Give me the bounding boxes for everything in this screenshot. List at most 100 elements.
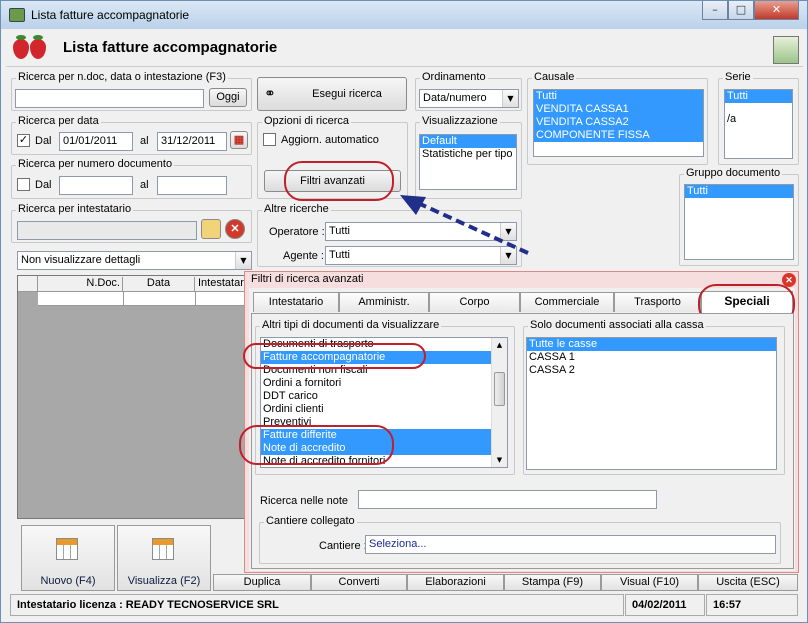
preview-button[interactable]: Visual (F10) (601, 574, 698, 591)
new-button[interactable]: Nuovo (F4) (21, 525, 115, 591)
group-legend: Ordinamento (420, 71, 488, 83)
tab-trasporto[interactable]: Trasporto (614, 292, 701, 312)
number-to-field[interactable] (157, 176, 227, 195)
window-title: Lista fatture accompagnatorie (31, 8, 190, 22)
column-header[interactable]: N.Doc. (38, 277, 123, 292)
list-item[interactable]: Ordini clienti (261, 403, 491, 416)
date-from-checkbox[interactable]: ✓ (17, 134, 30, 147)
view-button[interactable]: Visualizza (F2) (117, 525, 211, 591)
scroll-down-icon[interactable]: ▼ (492, 453, 507, 467)
site-select[interactable]: Seleziona... (365, 535, 776, 554)
tab-commerciale[interactable]: Commerciale (520, 292, 614, 312)
operator-value: Tutti (329, 225, 350, 237)
license-status: Intestatario licenza : READY TECNOSERVIC… (10, 594, 624, 616)
group-legend: Serie (723, 71, 753, 83)
list-item[interactable]: VENDITA CASSA1 (534, 103, 703, 116)
scrollbar[interactable]: ▲ ▼ (491, 338, 507, 467)
list-item[interactable] (725, 103, 792, 113)
strawberry-icon (13, 35, 29, 59)
tab-amministr[interactable]: Amministr. (339, 292, 429, 312)
run-search-button[interactable]: ⚭ Esegui ricerca (257, 77, 407, 111)
details-value: Non visualizzare dettagli (21, 254, 141, 266)
details-select[interactable]: Non visualizzare dettagli ▼ (17, 251, 252, 270)
documents-grid[interactable]: N.Doc. Data Intestatario (17, 275, 245, 519)
list-item[interactable]: Default (420, 135, 516, 148)
tab-corpo[interactable]: Corpo (429, 292, 520, 312)
list-item[interactable]: DDT carico (261, 390, 491, 403)
holder-field[interactable] (17, 221, 197, 240)
group-legend: Ricerca per n.doc, data o intestazione (… (16, 71, 228, 83)
number-from-checkbox[interactable] (17, 178, 30, 191)
help-icon[interactable] (773, 36, 799, 64)
list-item[interactable]: VENDITA CASSA2 (534, 116, 703, 129)
cell-divider (123, 292, 124, 306)
close-button[interactable]: ✕ (754, 1, 799, 20)
print-button[interactable]: Stampa (F9) (504, 574, 601, 591)
today-button[interactable]: Oggi (209, 88, 247, 107)
list-item[interactable]: COMPONENTE FISSA (534, 129, 703, 142)
list-item[interactable]: CASSA 2 (527, 364, 776, 377)
new-document-icon (56, 538, 78, 560)
exit-button[interactable]: Uscita (ESC) (698, 574, 798, 591)
grid-header: N.Doc. Data Intestatario (18, 276, 244, 292)
list-item[interactable]: Tutti (685, 185, 793, 198)
annotation-oval (284, 161, 394, 201)
processing-button[interactable]: Elaborazioni (407, 574, 504, 591)
table-row[interactable] (38, 292, 244, 306)
list-item[interactable]: Tutti (725, 90, 792, 103)
main-window: Lista fatture accompagnatorie – □ ✕ List… (0, 0, 808, 623)
cash-docs-list[interactable]: Tutte le casse CASSA 1 CASSA 2 (526, 337, 777, 470)
list-item[interactable]: Ordini a fornitori (261, 377, 491, 390)
annotation-oval (239, 425, 394, 465)
calendar-icon[interactable]: ▦ (230, 131, 248, 149)
column-header[interactable]: Data (123, 277, 195, 292)
page-header: Lista fatture accompagnatorie (6, 30, 803, 67)
number-from-field[interactable] (59, 176, 133, 195)
list-item[interactable]: /a (725, 113, 792, 126)
auto-update-checkbox[interactable] (263, 133, 276, 146)
folder-icon[interactable] (201, 219, 221, 239)
app-icon (9, 8, 25, 22)
page-title: Lista fatture accompagnatorie (63, 39, 278, 56)
serie-list[interactable]: Tutti /a (724, 89, 793, 159)
run-search-label: Esegui ricerca (312, 88, 382, 100)
maximize-button[interactable]: □ (728, 1, 754, 20)
group-legend: Altri tipi di documenti da visualizzare (260, 319, 442, 331)
new-label: Nuovo (F4) (40, 575, 96, 587)
tab-intestatario[interactable]: Intestatario (253, 292, 339, 312)
list-item[interactable]: Tutti (534, 90, 703, 103)
visualization-list[interactable]: Default Statistiche per tipo a (419, 134, 517, 190)
date-from-field[interactable]: 01/01/2011 (59, 132, 133, 151)
group-legend: Ricerca per data (16, 115, 101, 127)
duplicate-button[interactable]: Duplica (213, 574, 311, 591)
clear-icon[interactable]: ✕ (225, 219, 245, 239)
column-header[interactable]: Intestatario (195, 277, 244, 292)
minimize-button[interactable]: – (702, 1, 728, 20)
date-to-label: al (140, 135, 149, 147)
group-legend: Causale (532, 71, 577, 83)
date-from-label: Dal (35, 135, 52, 147)
agent-label: Agente : (283, 250, 324, 262)
group-doc-list[interactable]: Tutti (684, 184, 794, 260)
scroll-thumb[interactable] (494, 372, 505, 406)
status-bar: Intestatario licenza : READY TECNOSERVIC… (6, 594, 803, 616)
list-item[interactable]: Tutte le casse (527, 338, 776, 351)
site-label: Cantiere : (319, 540, 367, 552)
convert-button[interactable]: Converti (311, 574, 407, 591)
date-to-field[interactable]: 31/12/2011 (157, 132, 227, 151)
list-item[interactable]: CASSA 1 (527, 351, 776, 364)
scroll-up-icon[interactable]: ▲ (492, 338, 507, 352)
search-input[interactable] (15, 89, 204, 108)
causale-list[interactable]: Tutti VENDITA CASSA1 VENDITA CASSA2 COMP… (533, 89, 704, 157)
group-legend: Cantiere collegato (264, 515, 357, 527)
group-legend: Altre ricerche (262, 203, 331, 215)
list-item[interactable]: Statistiche per tipo a (420, 148, 516, 161)
notes-input[interactable] (358, 490, 657, 509)
number-to-label: al (140, 179, 149, 191)
panel-title: Filtri di ricerca avanzati (251, 273, 364, 285)
group-legend: Gruppo documento (684, 167, 783, 179)
ordering-select[interactable]: Data/numero ▼ (419, 89, 519, 108)
view-label: Visualizza (F2) (127, 575, 201, 587)
annotation-oval (243, 343, 426, 369)
number-from-label: Dal (35, 179, 52, 191)
